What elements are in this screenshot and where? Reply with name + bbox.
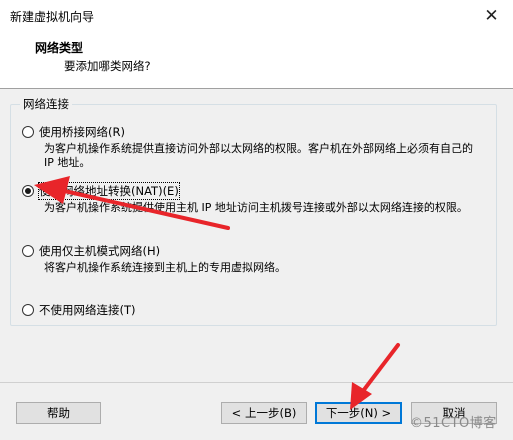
close-button[interactable]: ✕: [470, 0, 513, 31]
option-nat-desc: 为客户机操作系统提供使用主机 IP 地址访问主机拨号连接或外部以太网络连接的权限…: [44, 201, 468, 214]
radio-nat[interactable]: [22, 185, 34, 197]
next-button[interactable]: 下一步(N) >: [315, 402, 402, 424]
option-bridged-desc: 为客户机操作系统提供直接访问外部以太网络的权限。客户机在外部网络上必须有自己的 …: [44, 142, 473, 169]
option-no-network-label: 不使用网络连接(T): [39, 303, 136, 317]
close-icon: ✕: [484, 5, 499, 26]
footer-divider: [0, 382, 513, 383]
radio-no-network[interactable]: [22, 304, 34, 316]
window-title: 新建虚拟机向导: [10, 10, 95, 24]
page-title: 网络类型: [35, 41, 84, 55]
back-button[interactable]: < 上一步(B): [221, 402, 307, 424]
radio-host-only[interactable]: [22, 245, 34, 257]
radio-bridged[interactable]: [22, 126, 34, 138]
page-subtitle: 要添加哪类网络?: [64, 59, 151, 73]
watermark: ©51CTO博客: [410, 416, 497, 431]
option-bridged-label: 使用桥接网络(R): [39, 125, 125, 139]
option-host-only-label: 使用仅主机模式网络(H): [39, 244, 161, 258]
wizard-header: 网络类型 要添加哪类网络?: [0, 31, 513, 89]
group-label: 网络连接: [20, 96, 72, 112]
help-button[interactable]: 帮助: [16, 402, 101, 424]
option-nat-label: 使用网络地址转换(NAT)(E): [38, 182, 180, 200]
title-bar: 新建虚拟机向导 ✕: [0, 0, 513, 32]
annotation-arrow-next: [350, 343, 400, 410]
option-host-only-desc: 将客户机操作系统连接到主机上的专用虚拟网络。: [44, 261, 286, 274]
